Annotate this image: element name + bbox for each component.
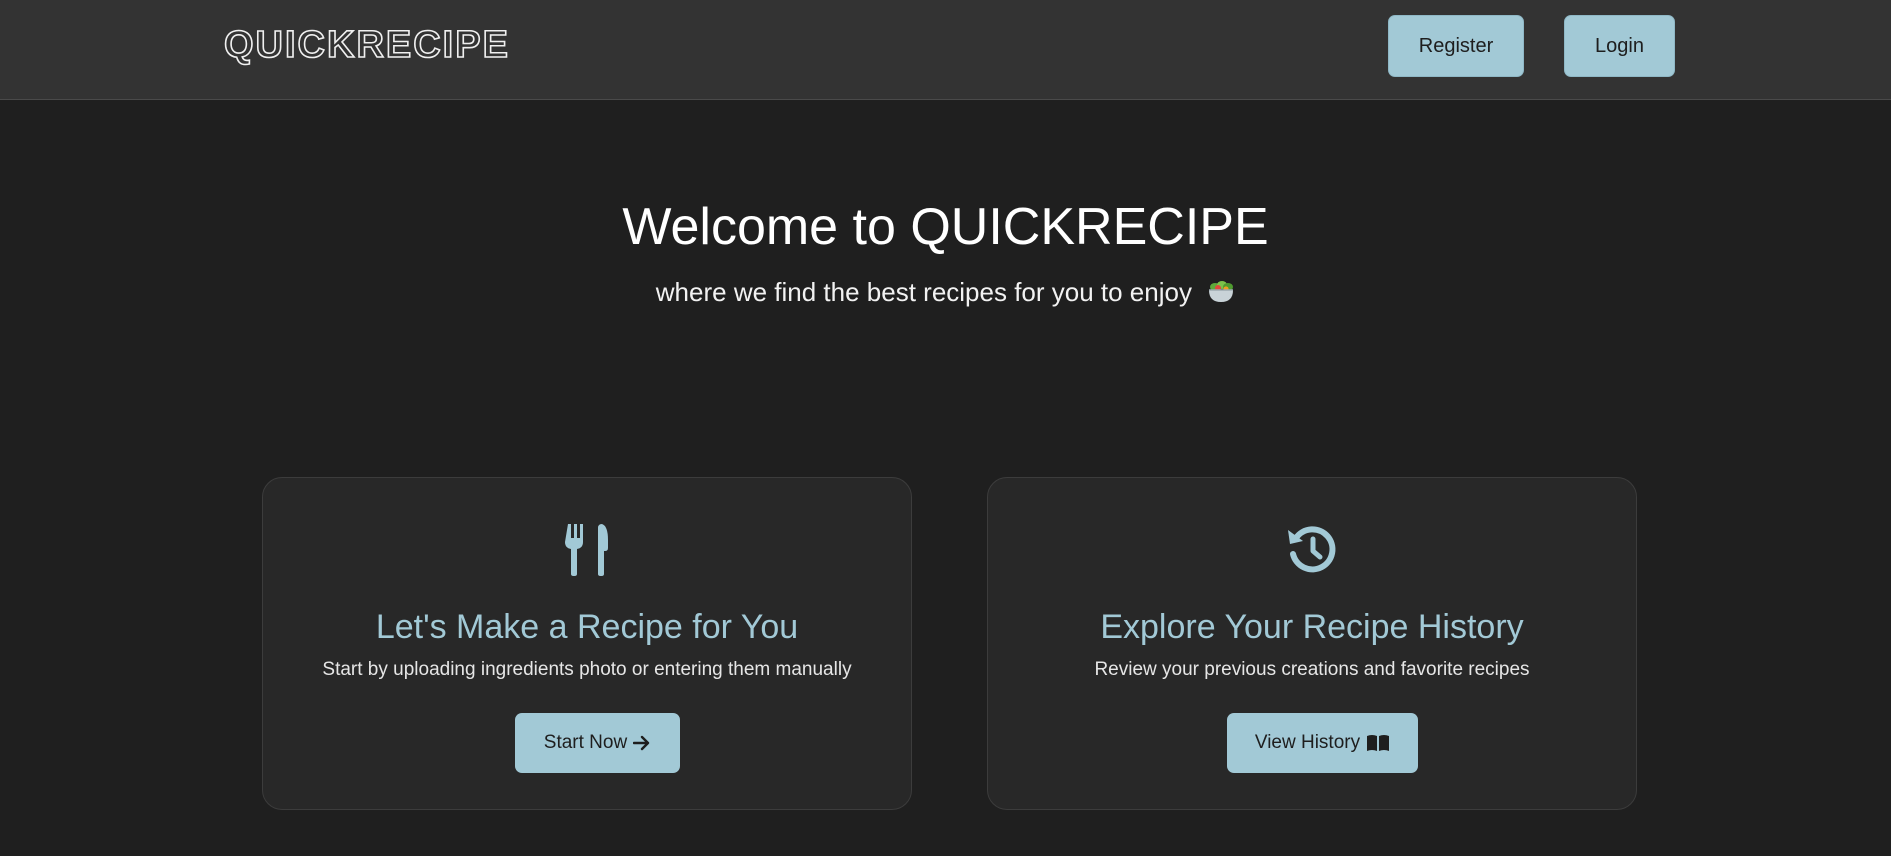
make-recipe-title: Let's Make a Recipe for You [375,608,799,646]
register-button[interactable]: Register [1388,15,1524,77]
view-history-button[interactable]: View History [1227,713,1418,773]
hero-subtitle: where we find the best recipes for you t… [0,276,1891,311]
recipe-history-card: Explore Your Recipe History Review your … [987,477,1637,810]
make-recipe-card: Let's Make a Recipe for You Start by upl… [262,477,912,810]
make-recipe-description: Start by uploading ingredients photo or … [322,659,852,680]
login-button[interactable]: Login [1564,15,1675,77]
salad-bowl-icon [1207,278,1235,311]
start-now-button[interactable]: Start Now [515,713,680,773]
view-history-label: View History [1254,732,1361,753]
hero-title: Welcome to QUICKRECIPE [622,198,1269,256]
navbar: QUICKRECIPE Register Login [0,0,1891,100]
arrow-right-icon [633,735,651,751]
site-logo[interactable]: QUICKRECIPE [223,22,510,68]
recipe-history-description: Review your previous creations and favor… [1094,659,1530,680]
hero-subtitle-text: where we find the best recipes for you t… [655,277,1192,307]
recipe-history-title: Explore Your Recipe History [1100,608,1524,646]
history-icon [988,524,1636,576]
utensils-icon [263,524,911,576]
book-open-icon [1366,734,1390,752]
start-now-label: Start Now [543,732,628,753]
